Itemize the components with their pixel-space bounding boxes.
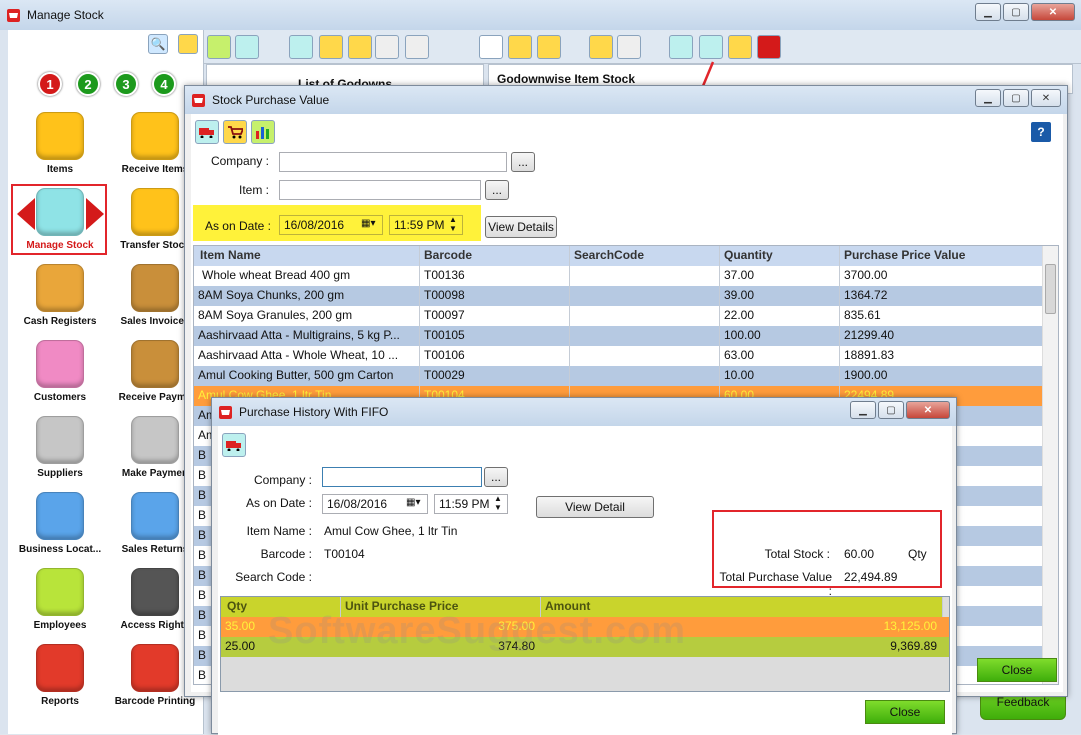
table-cell: T00136 [420, 266, 570, 286]
table-row[interactable]: Aashirvaad Atta - Whole Wheat, 10 ... T00… [194, 346, 1044, 366]
col-purchase-price-value[interactable]: Purchase Price Value [840, 246, 1044, 266]
total-stock-value: 60.00 [844, 547, 875, 561]
spv-close-main-button[interactable]: Close [977, 658, 1057, 682]
fifo-company-browse-button[interactable]: ... [484, 467, 508, 487]
fifo-time-spinner-icon[interactable]: ▲ ▼ [494, 494, 502, 512]
table-row[interactable]: Aashirvaad Atta - Multigrains, 5 kg P...… [194, 326, 1044, 346]
table-cell: Amul Cooking Butter, 500 gm Carton [194, 366, 420, 386]
fifo-company-label: Company : [253, 473, 312, 487]
calendar-dropdown-icon[interactable]: ▦▾ [361, 218, 375, 229]
table-cell: 100.00 [720, 326, 840, 346]
table-cell: 39.00 [720, 286, 840, 306]
col-item-name[interactable]: Item Name [194, 246, 420, 266]
table-cell [570, 306, 720, 326]
scroll-thumb[interactable] [1045, 264, 1056, 314]
table-cell: 22.00 [720, 306, 840, 326]
table-row[interactable]: Amul Cooking Butter, 500 gm Carton T00029… [194, 366, 1044, 386]
fifo-close-button[interactable]: ✕ [906, 401, 950, 419]
fifo-close-main-button[interactable]: Close [865, 700, 945, 724]
spv-title: Stock Purchase Value [212, 93, 330, 107]
table-cell: 10.00 [720, 366, 840, 386]
table-row[interactable]: 8AM Soya Chunks, 200 gm T00098 39.00 1364.7… [194, 286, 1044, 306]
fifo-minimize-button[interactable]: ▁ [850, 401, 876, 419]
table-cell: 3700.00 [840, 266, 1044, 286]
search-code-label: Search Code : [235, 570, 312, 584]
barcode-label: Barcode : [260, 547, 312, 561]
table-cell: T00106 [420, 346, 570, 366]
table-cell: 37.00 [720, 266, 840, 286]
total-stock-label: Total Stock : [764, 547, 830, 561]
view-details-button[interactable]: View Details [485, 216, 557, 238]
table-cell: Aashirvaad Atta - Whole Wheat, 10 ... [194, 346, 420, 366]
spv-item-label: Item : [238, 183, 269, 197]
cart-icon [218, 405, 233, 420]
table-cell: 18891.83 [840, 346, 1044, 366]
table-cell: T00029 [420, 366, 570, 386]
fifo-company-input[interactable] [322, 467, 482, 487]
table-cell: 1900.00 [840, 366, 1044, 386]
table-cell [570, 286, 720, 306]
table-cell: 1364.72 [840, 286, 1044, 306]
fifo-window: Purchase History With FIFO ▁ ▢ ✕ Company… [211, 397, 957, 735]
fifo-title: Purchase History With FIFO [239, 405, 389, 419]
table-cell: T00097 [420, 306, 570, 326]
spv-company-input[interactable] [279, 152, 507, 172]
col-search-code[interactable]: SearchCode [570, 246, 720, 266]
cart-icon [191, 93, 206, 108]
total-purchase-value: 22,494.89 [844, 570, 898, 584]
fifo-as-on-date-label: As on Date : [245, 496, 312, 510]
spv-grid-header: Item Name Barcode SearchCode Quantity Pu… [194, 246, 1044, 266]
spv-close-button[interactable]: ✕ [1031, 89, 1061, 107]
table-cell: 8AM Soya Granules, 200 gm [194, 306, 420, 326]
cart-icon[interactable] [223, 120, 247, 144]
table-cell: 835.61 [840, 306, 1044, 326]
table-row[interactable]: Whole wheat Bread 400 gm T00136 37.00 3700.… [194, 266, 1044, 286]
truck-icon[interactable] [222, 433, 246, 457]
spv-as-on-date-label: As on Date : [204, 219, 271, 233]
fifo-calendar-dropdown-icon[interactable]: ▦▾ [406, 497, 420, 508]
col-quantity[interactable]: Quantity [720, 246, 840, 266]
table-row[interactable]: 8AM Soya Granules, 200 gm T00097 22.00 835.… [194, 306, 1044, 326]
table-cell: Aashirvaad Atta - Multigrains, 5 kg P... [194, 326, 420, 346]
spv-company-label: Company : [210, 154, 269, 168]
table-cell: Whole wheat Bread 400 gm [194, 266, 420, 286]
table-cell: 8AM Soya Chunks, 200 gm [194, 286, 420, 306]
barcode-value: T00104 [324, 547, 365, 561]
item-name-label: Item Name : [246, 524, 312, 538]
truck-icon[interactable] [195, 120, 219, 144]
table-cell: T00105 [420, 326, 570, 346]
qty-unit: Qty [908, 547, 927, 561]
view-detail-button[interactable]: View Detail [536, 496, 654, 518]
table-cell: T00098 [420, 286, 570, 306]
time-spinner-icon[interactable]: ▲ ▼ [449, 215, 457, 233]
table-cell [570, 346, 720, 366]
spv-scrollbar[interactable]: ▼ [1042, 246, 1058, 684]
table-cell: 63.00 [720, 346, 840, 366]
spv-item-input[interactable] [279, 180, 481, 200]
total-purchase-value-label: Total Purchase Value : [719, 570, 832, 598]
fifo-maximize-button[interactable]: ▢ [878, 401, 904, 419]
table-cell: 21299.40 [840, 326, 1044, 346]
spv-company-browse-button[interactable]: ... [511, 152, 535, 172]
fifo-body: Company : ... As on Date : 16/08/2016 ▦▾… [218, 426, 952, 735]
col-barcode[interactable]: Barcode [420, 246, 570, 266]
bar-chart-icon[interactable] [251, 120, 275, 144]
spv-maximize-button[interactable]: ▢ [1003, 89, 1029, 107]
watermark: SoftwareSuggest.com [268, 610, 687, 652]
table-cell [570, 366, 720, 386]
spv-item-browse-button[interactable]: ... [485, 180, 509, 200]
spv-minimize-button[interactable]: ▁ [975, 89, 1001, 107]
fifo-titlebar: Purchase History With FIFO ▁ ▢ ✕ [212, 398, 956, 426]
item-name-value: Amul Cow Ghee, 1 ltr Tin [324, 524, 458, 538]
table-cell [570, 266, 720, 286]
spv-titlebar: Stock Purchase Value ▁ ▢ ✕ [185, 86, 1067, 114]
table-cell [570, 326, 720, 346]
help-button[interactable]: ? [1031, 122, 1051, 142]
